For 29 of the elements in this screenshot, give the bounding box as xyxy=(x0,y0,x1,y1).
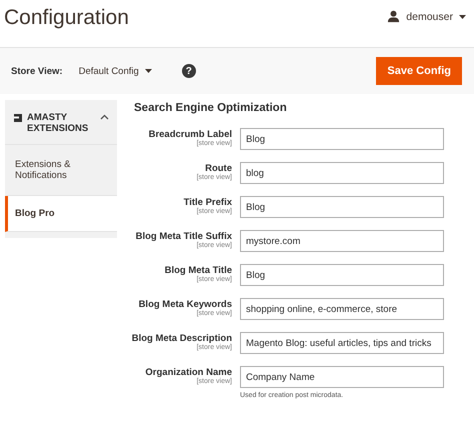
caret-icon xyxy=(144,69,152,73)
help-icon[interactable]: ? xyxy=(182,64,196,78)
field-label: Blog Meta Title Suffix xyxy=(136,231,232,242)
user-menu[interactable]: demouser xyxy=(387,6,466,27)
page-title: Configuration xyxy=(4,6,129,30)
input-field[interactable]: Blog xyxy=(240,196,444,218)
field-label: Blog Meta Keywords xyxy=(138,299,232,310)
field-label: Breadcrumb Label xyxy=(148,129,232,140)
store-view-label: Store View: xyxy=(11,66,63,76)
field-label: Blog Meta Title xyxy=(164,265,232,276)
input-field[interactable]: Blog xyxy=(240,264,444,286)
field-label: Blog Meta Description xyxy=(132,333,232,344)
field-label: Route xyxy=(205,163,232,174)
section-title: Search Engine Optimization xyxy=(134,102,288,114)
input-field[interactable]: Blog xyxy=(240,128,444,150)
store-view-dropdown[interactable]: Default Config xyxy=(78,66,152,76)
logo-icon xyxy=(13,113,23,123)
field-label: Title Prefix xyxy=(184,197,232,208)
chevron-up-icon xyxy=(100,114,109,120)
save-config-button[interactable]: Save Config xyxy=(376,57,462,85)
input-field[interactable]: blog xyxy=(240,162,444,184)
input-field[interactable]: Magento Blog: useful articles, tips and tricks xyxy=(240,332,444,354)
field-label: Organization Name xyxy=(145,367,232,378)
caret-icon xyxy=(459,14,466,18)
input-field[interactable]: shopping online, e-commerce, store xyxy=(240,298,444,320)
sidebar-item[interactable]: Blog Pro xyxy=(5,196,117,232)
input-field[interactable]: Company Name xyxy=(240,366,444,388)
user-icon xyxy=(387,10,400,23)
input-field[interactable]: mystore.com xyxy=(240,230,444,252)
